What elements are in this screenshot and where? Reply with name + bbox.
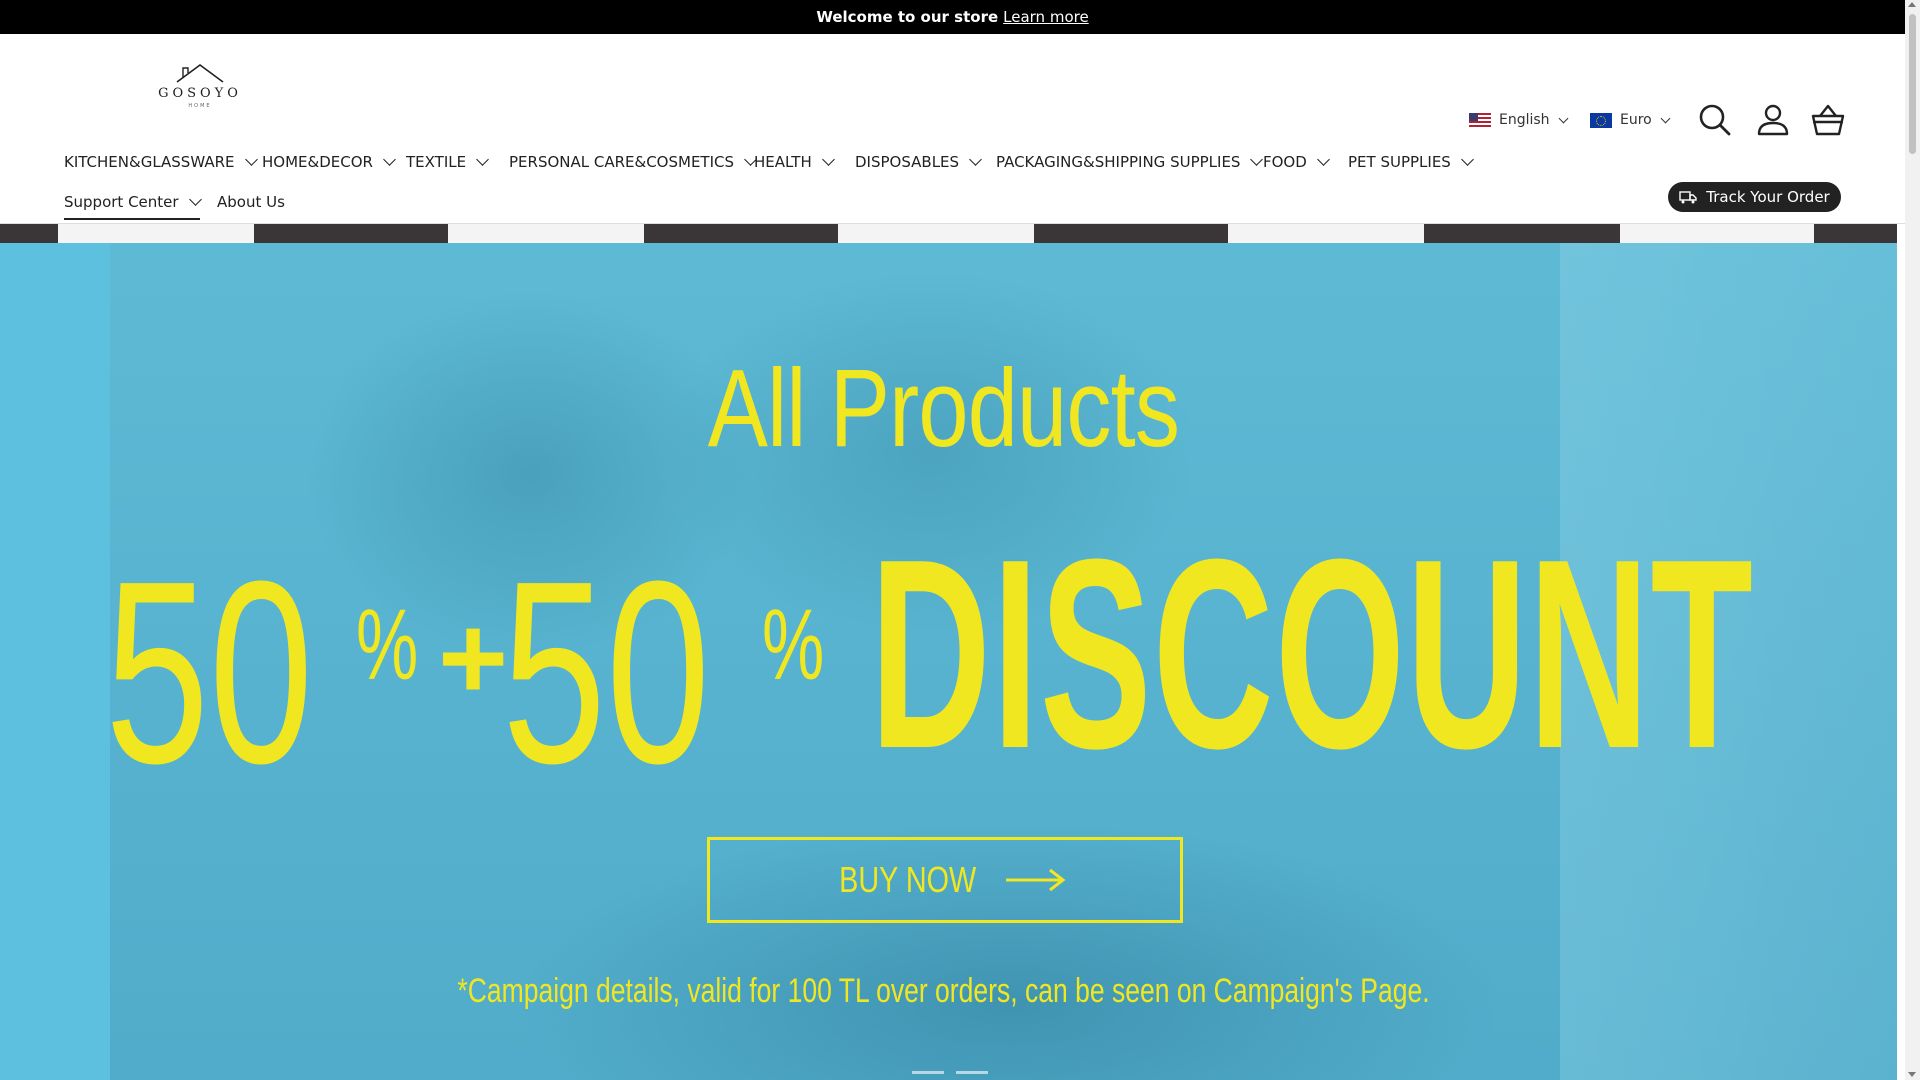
chevron-down-icon bbox=[1316, 152, 1330, 166]
search-icon bbox=[1699, 104, 1731, 136]
basket-icon bbox=[1811, 104, 1845, 136]
nav-item-disposables[interactable]: DISPOSABLES bbox=[855, 152, 982, 171]
chevron-down-icon bbox=[383, 152, 396, 166]
nav-item-label: HOME&DECOR bbox=[262, 153, 373, 171]
strip-segment bbox=[1620, 224, 1814, 244]
discount-number-2: 50 bbox=[502, 528, 711, 818]
account-button[interactable] bbox=[1755, 102, 1791, 138]
hero-banner: All Products 50 % + 50 % DISCOUNT BUY NO… bbox=[0, 243, 1897, 1080]
strip-segment bbox=[0, 224, 58, 244]
chevron-down-icon bbox=[1250, 152, 1264, 166]
language-selector[interactable]: English bbox=[1469, 112, 1569, 128]
brand-tagline: HOME bbox=[188, 103, 212, 109]
nav-item-label: KITCHEN&GLASSWARE bbox=[64, 153, 235, 171]
strip-segment bbox=[1228, 224, 1424, 244]
track-order-label: Track Your Order bbox=[1706, 188, 1830, 206]
arrow-right-icon bbox=[1005, 868, 1066, 892]
nav-item-textile[interactable]: TEXTILE bbox=[406, 152, 489, 171]
scrollbar-thumb[interactable] bbox=[1909, 14, 1916, 154]
nav-item-personal-care-cosmetics[interactable]: PERSONAL CARE&COSMETICS bbox=[509, 152, 757, 171]
discount-number-1: 50 bbox=[105, 528, 314, 818]
strip-segment bbox=[254, 224, 448, 244]
chevron-down-icon bbox=[1460, 152, 1474, 166]
nav-item-support-center[interactable]: Support Center bbox=[64, 192, 202, 220]
slider-indicators bbox=[912, 1071, 988, 1074]
learn-more-link[interactable]: Learn more bbox=[1003, 8, 1089, 26]
nav-item-label: HEALTH bbox=[754, 153, 812, 171]
nav-item-label: About Us bbox=[217, 193, 285, 211]
plus-sign: + bbox=[438, 591, 509, 725]
currency-label: Euro bbox=[1620, 112, 1652, 128]
eu-flag-icon bbox=[1590, 112, 1612, 128]
us-flag-icon bbox=[1469, 113, 1491, 127]
scroll-down-icon[interactable] bbox=[1908, 1072, 1916, 1077]
collection-strip bbox=[0, 224, 1897, 244]
chevron-down-icon bbox=[476, 152, 489, 166]
account-icon bbox=[1757, 104, 1789, 136]
site-header: GOSOYO HOME English Euro KITCHEN&GLASSWA… bbox=[0, 34, 1905, 224]
buy-now-label: BUY NOW bbox=[839, 859, 977, 900]
nav-item-kitchen-glassware[interactable]: KITCHEN&GLASSWARE bbox=[64, 152, 258, 171]
hero-title: All Products bbox=[707, 347, 1180, 470]
strip-segment bbox=[1814, 224, 1897, 244]
chevron-down-icon bbox=[244, 152, 258, 166]
brand-logo[interactable]: GOSOYO HOME bbox=[150, 62, 250, 122]
nav-item-packaging-shipping[interactable]: PACKAGING&SHIPPING SUPPLIES bbox=[996, 152, 1264, 171]
chevron-down-icon bbox=[969, 152, 982, 166]
nav-item-label: PACKAGING&SHIPPING SUPPLIES bbox=[996, 153, 1241, 171]
announcement-text: Welcome to our store bbox=[816, 8, 999, 26]
hero-left-band bbox=[0, 243, 110, 1080]
cart-button[interactable] bbox=[1810, 102, 1846, 138]
chevron-down-icon bbox=[1558, 113, 1569, 123]
strip-segment bbox=[1034, 224, 1228, 244]
chevron-down-icon bbox=[821, 152, 835, 166]
truck-icon bbox=[1679, 191, 1697, 204]
nav-item-home-decor[interactable]: HOME&DECOR bbox=[262, 152, 396, 171]
nav-item-food[interactable]: FOOD bbox=[1263, 152, 1330, 171]
slide-dot[interactable] bbox=[912, 1071, 944, 1074]
chevron-down-icon bbox=[1660, 113, 1671, 123]
discount-word: DISCOUNT bbox=[870, 504, 1755, 805]
nav-item-label: DISPOSABLES bbox=[855, 153, 960, 171]
announcement-bar: Welcome to our store Learn more bbox=[0, 0, 1905, 34]
buy-now-button[interactable]: BUY NOW bbox=[707, 837, 1183, 923]
brand-name: GOSOYO bbox=[158, 86, 242, 101]
strip-segment bbox=[838, 224, 1034, 244]
language-label: English bbox=[1499, 112, 1550, 128]
chevron-down-icon bbox=[188, 192, 202, 206]
percent-sign-2: % bbox=[762, 589, 825, 701]
slide-dot[interactable] bbox=[956, 1071, 988, 1074]
campaign-note: *Campaign details, valid for 100 TL over… bbox=[457, 972, 1430, 1010]
nav-item-label: TEXTILE bbox=[406, 153, 467, 171]
nav-item-label: PERSONAL CARE&COSMETICS bbox=[509, 153, 735, 171]
strip-segment bbox=[1424, 224, 1620, 244]
nav-item-label: PET SUPPLIES bbox=[1348, 153, 1451, 171]
search-button[interactable] bbox=[1697, 102, 1733, 138]
nav-item-pet-supplies[interactable]: PET SUPPLIES bbox=[1348, 152, 1474, 171]
strip-segment bbox=[644, 224, 838, 244]
house-logo-icon bbox=[176, 64, 224, 83]
currency-selector[interactable]: Euro bbox=[1590, 112, 1671, 128]
strip-segment bbox=[58, 224, 254, 244]
nav-item-about-us[interactable]: About Us bbox=[217, 193, 285, 211]
nav-item-health[interactable]: HEALTH bbox=[754, 152, 835, 171]
scroll-up-icon[interactable] bbox=[1908, 2, 1916, 7]
track-order-button[interactable]: Track Your Order bbox=[1668, 182, 1841, 212]
strip-segment bbox=[448, 224, 644, 244]
page-scrollbar[interactable] bbox=[1905, 0, 1920, 1080]
nav-item-label: Support Center bbox=[64, 193, 179, 211]
percent-sign-1: % bbox=[356, 589, 419, 701]
nav-item-label: FOOD bbox=[1263, 153, 1307, 171]
